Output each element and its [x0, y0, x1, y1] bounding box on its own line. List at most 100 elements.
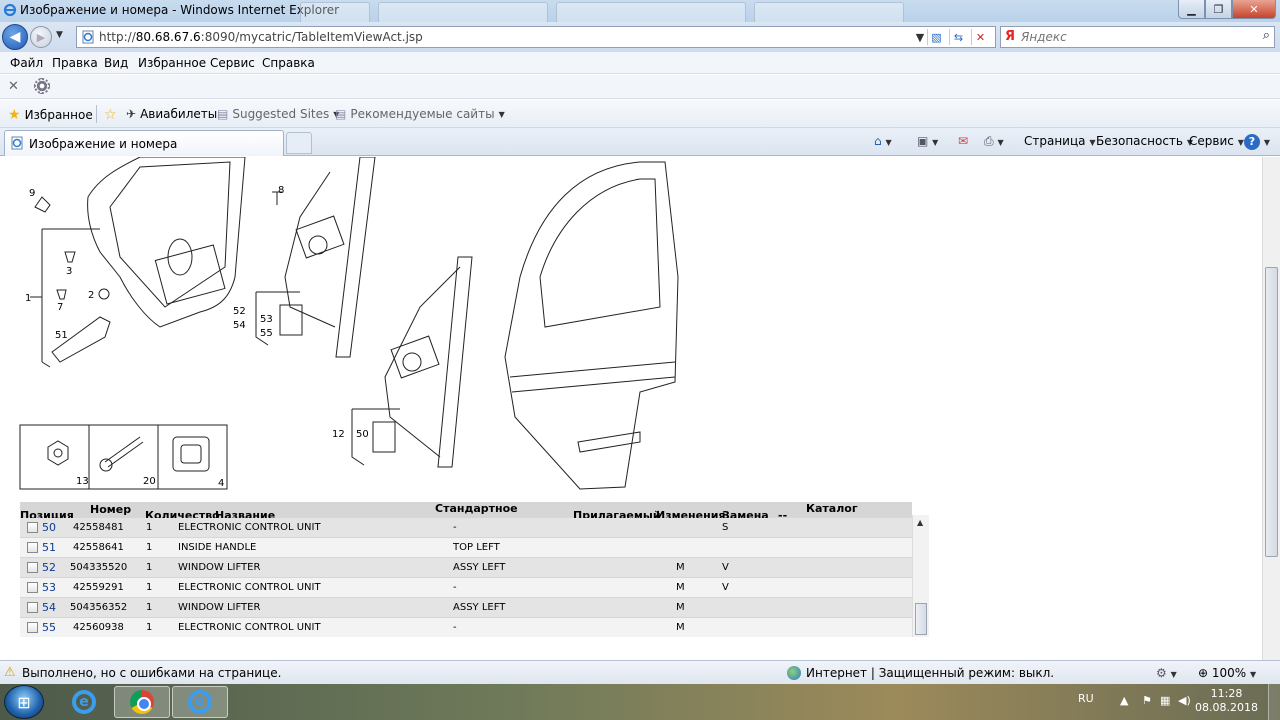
home-button[interactable]: ⌂ ▼	[874, 134, 892, 148]
row-quantity: 1	[146, 542, 153, 553]
add-favorite-button[interactable]: ☆	[104, 107, 117, 123]
clock[interactable]: 11:28 08.08.2018	[1195, 687, 1258, 715]
taskbar-ie-pinned[interactable]: e	[56, 686, 112, 718]
taskbar: ⊞ e e RU ▲ ⚑ ▦ ◀) 11:28 08.08.2018	[0, 684, 1280, 720]
taskbar-chrome[interactable]	[114, 686, 170, 718]
tray-arrow-icon[interactable]: ▲	[1120, 694, 1128, 707]
row-position-link[interactable]: 50	[42, 521, 56, 534]
show-desktop-button[interactable]	[1268, 684, 1280, 720]
column-header-name: Название	[215, 509, 276, 518]
stop-icon[interactable]: ✕	[971, 29, 989, 45]
row-position-link[interactable]: 52	[42, 561, 56, 574]
refresh-icon[interactable]: ⇆	[949, 29, 967, 45]
search-input[interactable]	[1021, 29, 1241, 45]
taskbar-ie-active[interactable]: e	[172, 686, 228, 718]
tools-menu[interactable]: Сервис ▼	[1189, 134, 1244, 148]
back-arrow-icon: ◀	[9, 29, 21, 45]
row-position-link[interactable]: 55	[42, 621, 56, 634]
callout-label: 9	[29, 188, 35, 199]
chevron-down-icon: ▼	[932, 138, 939, 147]
start-button[interactable]: ⊞	[4, 685, 44, 719]
status-bar: ⚠ Выполнено, но с ошибками на странице. …	[0, 660, 1280, 684]
row-replacement: S	[722, 522, 729, 533]
chevron-down-icon: ▼	[1170, 670, 1177, 679]
recent-pages-dropdown[interactable]: ▼	[56, 30, 63, 40]
row-checkbox[interactable]	[27, 542, 38, 553]
mail-button[interactable]: ✉	[958, 134, 968, 148]
row-checkbox[interactable]	[27, 522, 38, 533]
row-position-link[interactable]: 53	[42, 581, 56, 594]
help-button[interactable]: ? ▼	[1244, 134, 1270, 150]
forward-button[interactable]: ▶	[30, 26, 52, 48]
network-icon[interactable]: ▦	[1160, 694, 1170, 707]
back-button[interactable]: ◀	[2, 24, 28, 50]
callout-label: 7	[57, 302, 63, 313]
favorites-label: Избранное	[24, 108, 93, 122]
callout-label: 52	[233, 306, 246, 317]
feeds-button[interactable]: ▣ ▼	[917, 134, 938, 148]
scroll-up-icon[interactable]: ▲	[917, 518, 923, 527]
close-button[interactable]: ✕	[1232, 0, 1276, 19]
menu-file[interactable]: Файл	[10, 56, 43, 70]
callout-label: 2	[88, 290, 94, 301]
gear-icon[interactable]	[34, 78, 50, 94]
row-position-link[interactable]: 54	[42, 601, 56, 614]
title-bar: Изображение и номера - Windows Internet …	[0, 0, 1280, 22]
zoom-level[interactable]: ⊕ 100% ▼	[1198, 666, 1256, 680]
page-icon	[82, 30, 94, 44]
page-scroll-thumb[interactable]	[1265, 267, 1278, 557]
safety-menu[interactable]: Безопасность ▼	[1096, 134, 1193, 148]
compatibility-view-icon[interactable]: ▧	[927, 29, 945, 45]
menu-help[interactable]: Справка	[262, 56, 315, 70]
column-header-catalog: Каталог	[806, 502, 858, 515]
row-standard: ASSY LEFT	[453, 562, 506, 573]
menu-favorites[interactable]: Избранное	[138, 56, 206, 70]
row-position-link[interactable]: 51	[42, 541, 56, 554]
favorite-link-suggested[interactable]: ▤ Suggested Sites ▼	[217, 107, 339, 121]
table-scroll-thumb[interactable]	[915, 603, 927, 635]
menu-edit[interactable]: Правка	[52, 56, 98, 70]
security-zone[interactable]: Интернет | Защищенный режим: выкл.	[806, 666, 1054, 680]
flag-icon[interactable]: ⚑	[1142, 694, 1152, 707]
favorites-button[interactable]: ★ Избранное	[8, 107, 93, 123]
callout-label: 55	[260, 328, 273, 339]
background-windows	[300, 0, 1160, 22]
callout-label: 3	[66, 266, 72, 277]
table-scrollbar[interactable]: ▲	[912, 515, 929, 637]
search-icon[interactable]: ⌕	[1263, 28, 1270, 43]
search-box[interactable]: Я ⌕	[1000, 26, 1275, 48]
row-checkbox[interactable]	[27, 582, 38, 593]
row-changes: M	[676, 562, 685, 573]
minimize-button[interactable]: ▁	[1178, 0, 1205, 19]
window-title: Изображение и номера - Windows Internet …	[20, 3, 340, 17]
warning-icon[interactable]: ⚠	[4, 665, 16, 680]
row-checkbox[interactable]	[27, 622, 38, 633]
window-controls: ▁ ❐ ✕	[1178, 0, 1276, 20]
menu-bar: Файл Правка Вид Избранное Сервис Справка	[0, 52, 1280, 74]
language-indicator[interactable]: RU	[1078, 692, 1094, 705]
row-checkbox[interactable]	[27, 602, 38, 613]
status-message[interactable]: Выполнено, но с ошибками на странице.	[22, 666, 281, 680]
ie-icon: e	[72, 690, 96, 714]
new-tab-button[interactable]	[286, 132, 312, 154]
url-field[interactable]: http://80.68.67.6:8090/mycatric/TableIte…	[76, 26, 996, 48]
page-scrollbar[interactable]	[1262, 157, 1280, 660]
protected-mode-icon[interactable]: ⚙ ▼	[1156, 666, 1177, 680]
maximize-button[interactable]: ❐	[1205, 0, 1232, 19]
page-menu[interactable]: Страница ▼	[1024, 134, 1096, 148]
favorite-link-avia[interactable]: ✈ Авиабилеты	[126, 107, 217, 121]
tools-menu-label: Сервис	[1189, 134, 1234, 148]
print-button[interactable]: ⎙ ▼	[984, 134, 1004, 149]
parts-table: Позиция Номер Количество Название Станда…	[20, 502, 912, 637]
column-header-applicable: Прилагаемый	[573, 509, 661, 518]
row-number: 504335520	[70, 562, 128, 573]
volume-icon[interactable]: ◀)	[1178, 694, 1191, 707]
internet-zone-icon	[787, 666, 801, 680]
row-checkbox[interactable]	[27, 562, 38, 573]
row-number: 504356352	[70, 602, 128, 613]
menu-view[interactable]: Вид	[104, 56, 128, 70]
menu-tools[interactable]: Сервис	[210, 56, 255, 70]
close-toolbar-icon[interactable]: ✕	[8, 79, 19, 94]
tab-active[interactable]: Изображение и номера	[4, 130, 284, 156]
favorite-link-recommended[interactable]: ▤ Рекомендуемые сайты ▼	[335, 107, 505, 121]
